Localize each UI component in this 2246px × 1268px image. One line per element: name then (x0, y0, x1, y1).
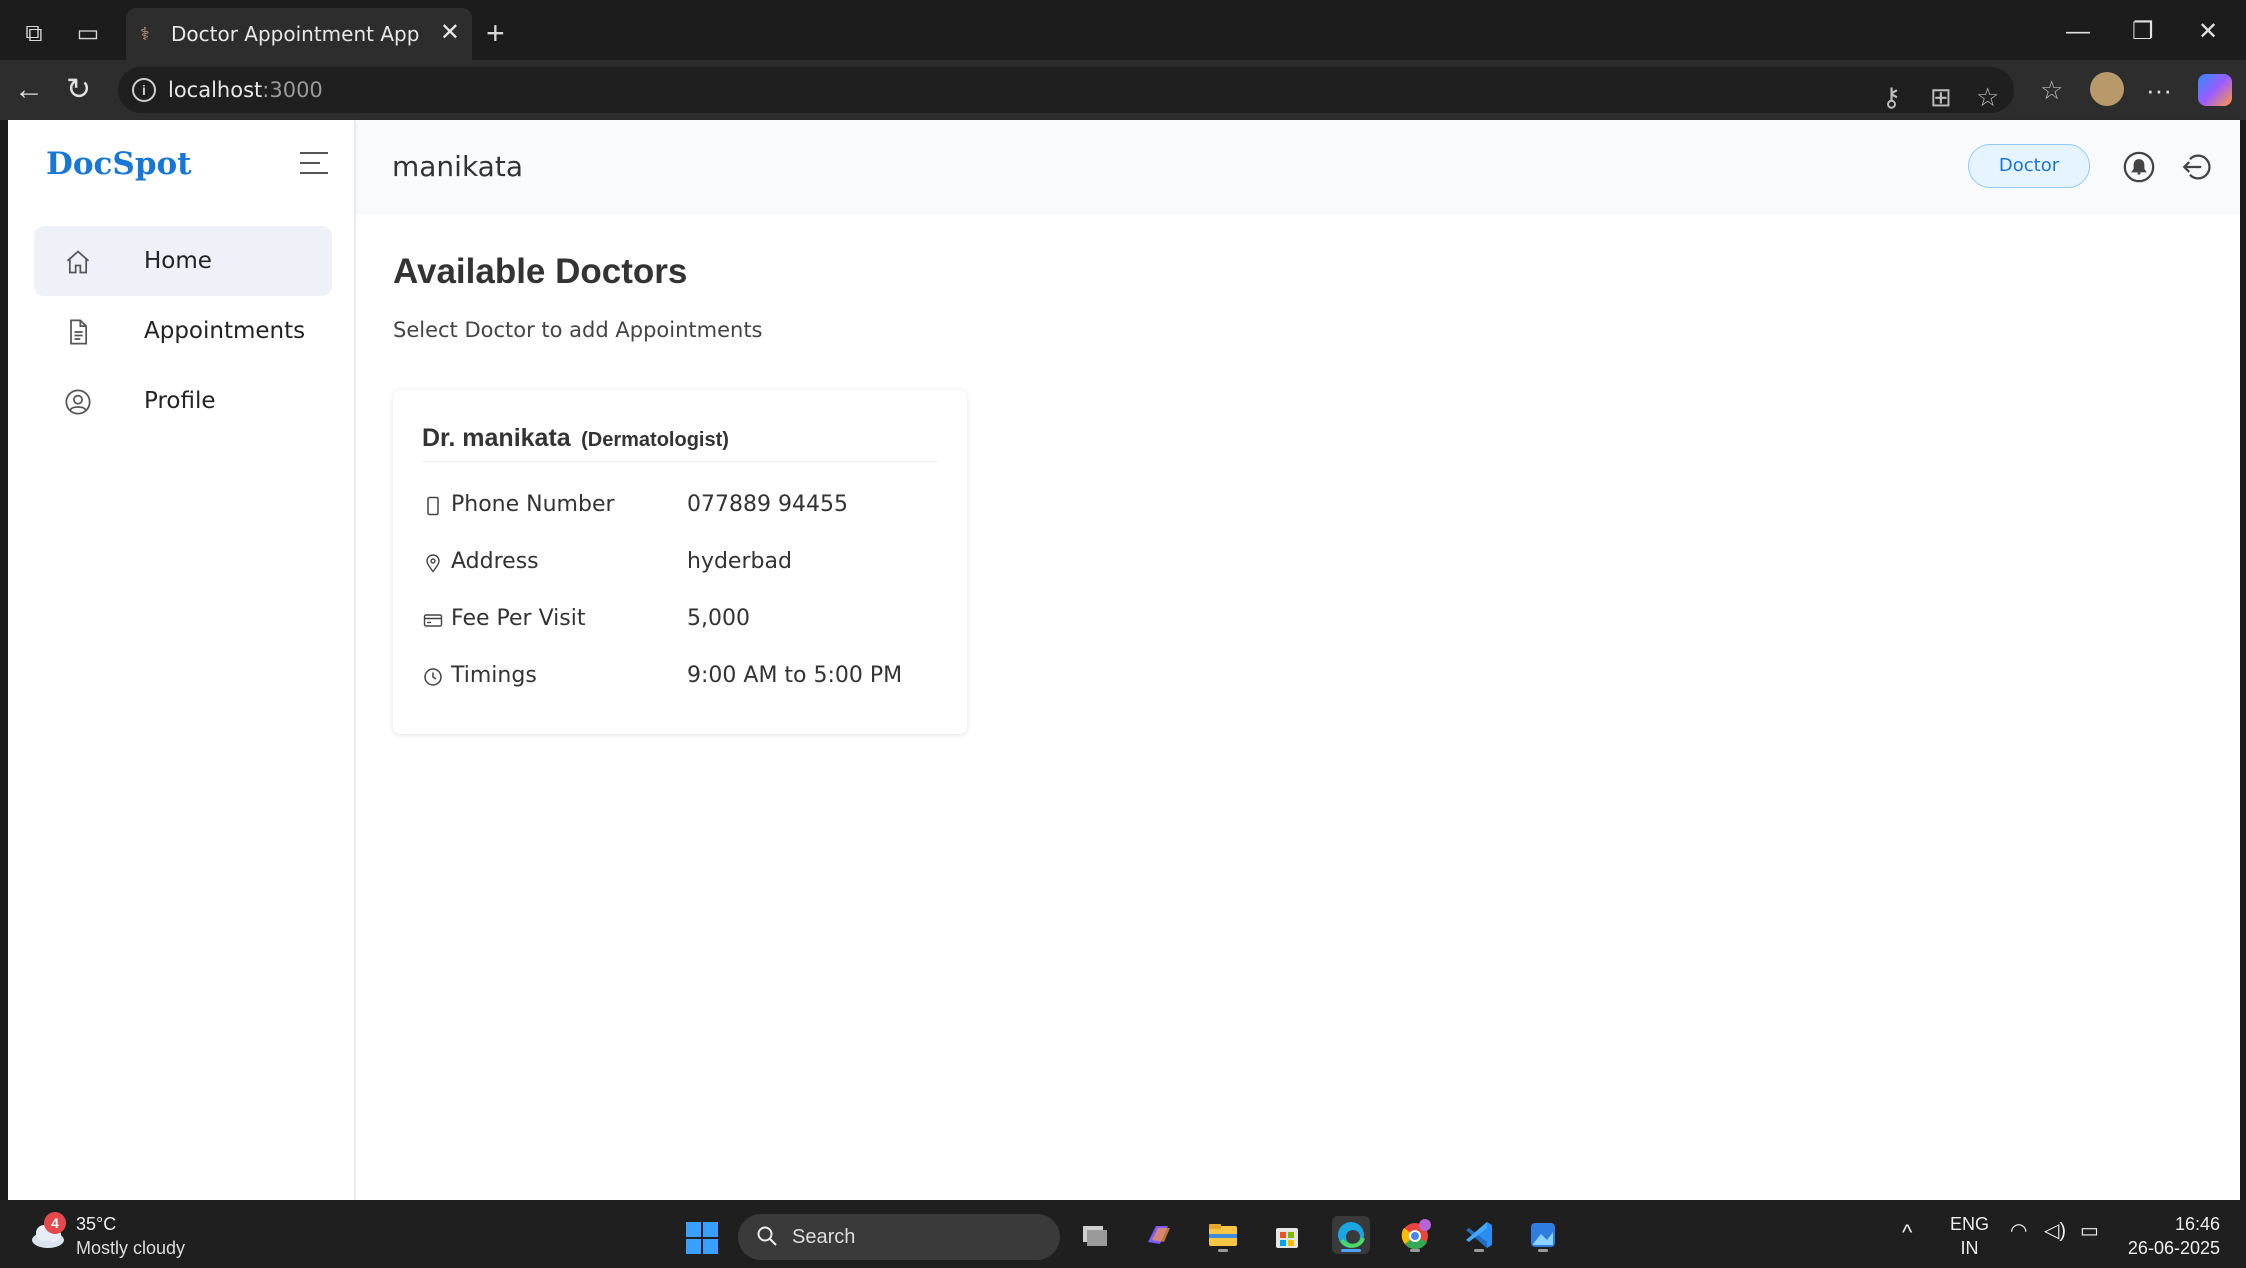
region-code: IN (1960, 1238, 1979, 1258)
doctor-timings-row: Timings 9:00 AM to 5:00 PM (423, 661, 943, 693)
doctor-card[interactable]: Dr. manikata (Dermatologist) Phone Numbe… (393, 390, 967, 734)
tab-title: Doctor Appointment App (171, 22, 420, 46)
browser-tab-active[interactable]: ⚕ Doctor Appointment App ✕ (126, 8, 472, 60)
minimize-icon[interactable]: — (2066, 18, 2090, 46)
site-info-icon[interactable]: i (132, 78, 156, 102)
page-subtitle: Select Doctor to add Appointments (393, 318, 763, 342)
more-options-icon[interactable]: ··· (2146, 76, 2172, 104)
weather-temperature[interactable]: 35°C (76, 1214, 116, 1235)
volume-icon[interactable]: ◁) (2044, 1218, 2066, 1243)
url-field[interactable]: i localhost:3000 ⚷ ⊞ ☆ (118, 67, 2014, 113)
row-value: 077889 94455 (687, 492, 848, 517)
chrome-icon[interactable] (1396, 1216, 1434, 1254)
back-icon[interactable]: ← (14, 74, 44, 106)
sidebar-item-label: Home (144, 248, 212, 274)
row-label: Fee Per Visit (451, 606, 586, 631)
tab-actions-icon[interactable]: ▭ (74, 20, 102, 48)
copilot-icon[interactable] (2198, 74, 2232, 106)
app-window: DocSpot Home Appointments Profile manika… (8, 120, 2240, 1200)
browser-tabbar: ⧉ ▭ ⚕ Doctor Appointment App ✕ + — ❐ ✕ (0, 8, 2246, 60)
vscode-icon[interactable] (1460, 1216, 1498, 1254)
weather-alert-badge: 4 (44, 1212, 66, 1234)
app-install-icon[interactable]: ⊞ (1930, 83, 1952, 111)
sidebar-item-label: Profile (144, 388, 216, 414)
system-clock[interactable]: 16:46 26-06-2025 (2128, 1212, 2220, 1260)
close-window-icon[interactable]: ✕ (2198, 18, 2218, 46)
doctor-phone-row: Phone Number 077889 94455 (423, 490, 943, 522)
row-value: 5,000 (687, 606, 750, 631)
user-circle-icon (65, 389, 91, 415)
windows-taskbar: 4 35°C Mostly cloudy Search ^ ENG IN ◠ ◁… (0, 1200, 2246, 1268)
search-icon (757, 1226, 777, 1246)
windows-start-icon[interactable] (686, 1222, 718, 1254)
phone-icon (427, 496, 439, 516)
doctor-address-row: Address hyderbad (423, 547, 943, 579)
edge-browser-icon[interactable] (1332, 1216, 1370, 1254)
row-label: Timings (451, 663, 537, 688)
clock-date: 26-06-2025 (2127, 1238, 2220, 1258)
header-username: manikata (392, 150, 523, 183)
browser-addressbar: ← ↻ i localhost:3000 ⚷ ⊞ ☆ ☆ ··· (0, 60, 2246, 120)
sidebar: DocSpot Home Appointments Profile (8, 120, 356, 1200)
language-code: ENG (1950, 1214, 1990, 1234)
sidebar-item-label: Appointments (144, 318, 306, 344)
weather-description[interactable]: Mostly cloudy (76, 1238, 185, 1259)
browser-profile-avatar[interactable] (2090, 72, 2124, 106)
url-text: localhost:3000 (168, 78, 323, 102)
brand-logo[interactable]: DocSpot (46, 146, 192, 182)
microsoft-store-icon[interactable] (1268, 1216, 1306, 1254)
wifi-icon[interactable]: ◠ (2010, 1218, 2027, 1243)
credit-card-icon (423, 614, 443, 627)
search-label: Search (792, 1226, 856, 1248)
sidebar-item-appointments[interactable]: Appointments (34, 296, 332, 366)
row-value: 9:00 AM to 5:00 PM (687, 663, 903, 688)
favorite-star-icon[interactable]: ☆ (1976, 83, 1999, 111)
row-label: Phone Number (451, 492, 615, 517)
photos-app-icon[interactable] (1524, 1216, 1562, 1254)
taskbar-search[interactable]: Search (738, 1214, 1060, 1260)
page-title: Available Doctors (393, 252, 688, 291)
row-value: hyderbad (687, 549, 792, 574)
main-content: Available Doctors Select Doctor to add A… (358, 214, 2240, 1200)
clock-icon (424, 668, 442, 686)
restore-icon[interactable]: ❐ (2132, 18, 2154, 46)
home-icon (66, 250, 90, 274)
language-indicator[interactable]: ENG IN (1950, 1212, 1989, 1260)
notification-bell-icon[interactable] (2122, 150, 2156, 184)
sidebar-item-profile[interactable]: Profile (34, 366, 332, 436)
refresh-icon[interactable]: ↻ (66, 74, 91, 106)
logout-icon[interactable] (2180, 150, 2214, 184)
sidebar-menu: Home Appointments Profile (34, 226, 332, 436)
sidebar-item-home[interactable]: Home (34, 226, 332, 296)
doctor-card-header: Dr. manikata (Dermatologist) (422, 424, 938, 462)
copilot-app-icon[interactable] (1140, 1216, 1178, 1254)
app-favicon-icon: ⚕ (140, 24, 150, 44)
doctor-name: Dr. manikata (422, 424, 571, 452)
file-explorer-icon[interactable] (1204, 1216, 1242, 1254)
row-label: Address (451, 549, 539, 574)
doctor-specialization: (Dermatologist) (581, 429, 729, 451)
password-key-icon[interactable]: ⚷ (1882, 83, 1901, 111)
screen: ⧉ ▭ ⚕ Doctor Appointment App ✕ + — ❐ ✕ ←… (0, 0, 2246, 1268)
favorites-list-icon[interactable]: ☆ (2040, 76, 2063, 104)
location-icon (426, 554, 440, 573)
clock-time: 16:46 (2174, 1214, 2220, 1234)
new-tab-icon[interactable]: + (486, 17, 505, 49)
task-view-icon[interactable] (1076, 1216, 1114, 1254)
hamburger-menu-icon[interactable] (300, 152, 328, 176)
role-badge[interactable]: Doctor (1968, 144, 2090, 188)
close-tab-icon[interactable]: ✕ (440, 20, 460, 46)
document-icon (70, 319, 88, 345)
show-hidden-icons-icon[interactable]: ^ (1902, 1220, 1912, 1246)
top-header: manikata Doctor (358, 120, 2240, 214)
doctor-fee-row: Fee Per Visit 5,000 (423, 604, 943, 636)
workspaces-icon[interactable]: ⧉ (20, 20, 48, 48)
battery-icon[interactable]: ▭ (2080, 1218, 2099, 1243)
